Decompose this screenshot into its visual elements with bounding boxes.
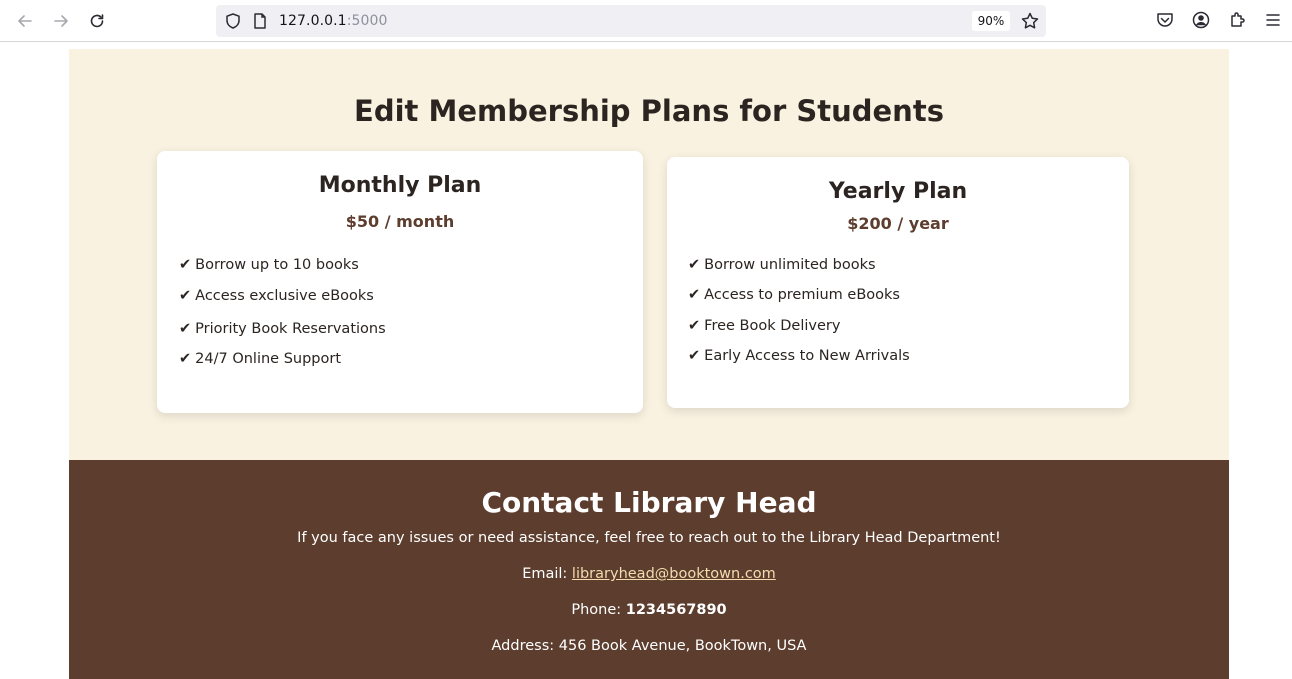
checkmark-icon: ✔ — [179, 321, 192, 337]
contact-title: Contact Library Head — [481, 486, 817, 519]
plans-section: Edit Membership Plans for Students Month… — [69, 49, 1229, 460]
extensions-icon[interactable] — [1228, 10, 1248, 30]
reload-icon — [90, 14, 104, 28]
contact-description: If you face any issues or need assistanc… — [297, 530, 1001, 546]
checkmark-icon: ✔ — [179, 257, 192, 273]
forward-button[interactable] — [49, 9, 73, 33]
plan-feature-list: ✔ Borrow up to 10 books ✔ Access exclusive… — [179, 255, 386, 380]
url-host: 127.0.0.1 — [279, 13, 347, 29]
plan-card-yearly[interactable]: Yearly Plan $200 / year ✔ Borrow unlimite… — [667, 157, 1129, 408]
page-icon[interactable] — [251, 12, 269, 30]
pocket-icon[interactable] — [1155, 10, 1175, 30]
contact-phone: Phone: 1234567890 — [69, 602, 1229, 618]
account-icon[interactable] — [1191, 10, 1211, 30]
email-label: Email: — [522, 566, 572, 582]
page-content: Edit Membership Plans for Students Month… — [69, 49, 1229, 679]
shield-icon[interactable] — [224, 12, 242, 30]
back-button[interactable] — [13, 9, 37, 33]
plan-feature: ✔ Borrow unlimited books — [688, 257, 876, 273]
plan-feature: ✔ Access to premium eBooks — [688, 287, 900, 303]
url-text[interactable]: 127.0.0.1:5000 — [279, 13, 388, 29]
plan-feature: ✔ Priority Book Reservations — [179, 321, 386, 337]
plan-feature-list: ✔ Borrow unlimited books ✔ Access to premi… — [688, 255, 910, 377]
email-link[interactable]: libraryhead@booktown.com — [572, 566, 776, 582]
checkmark-icon: ✔ — [688, 257, 701, 273]
checkmark-icon: ✔ — [688, 348, 701, 364]
phone-value: 1234567890 — [625, 602, 727, 618]
plan-feature: ✔ Borrow up to 10 books — [179, 257, 359, 273]
plan-price: $50 / month — [345, 212, 455, 231]
contact-email: Email: libraryhead@booktown.com — [69, 566, 1229, 582]
checkmark-icon: ✔ — [688, 287, 701, 303]
address-label: Address: — [491, 638, 559, 654]
plan-feature: ✔ Free Book Delivery — [688, 318, 841, 334]
browser-toolbar: 127.0.0.1:5000 90% — [0, 0, 1292, 42]
arrow-right-icon — [54, 15, 68, 27]
contact-address: Address: 456 Book Avenue, BookTown, USA — [69, 638, 1229, 654]
plan-card-monthly[interactable]: Monthly Plan $50 / month ✔ Borrow up to 1… — [157, 151, 643, 413]
zoom-level-badge[interactable]: 90% — [972, 11, 1010, 31]
contact-section: Contact Library Head If you face any iss… — [69, 460, 1229, 679]
arrow-left-icon — [18, 15, 32, 27]
checkmark-icon: ✔ — [688, 318, 701, 334]
reload-button[interactable] — [85, 9, 109, 33]
checkmark-icon: ✔ — [179, 288, 192, 304]
plan-title: Yearly Plan — [828, 179, 968, 204]
phone-label: Phone: — [571, 602, 626, 618]
url-port: :5000 — [346, 13, 388, 29]
plan-feature: ✔ 24/7 Online Support — [179, 351, 342, 367]
address-value: 456 Book Avenue, BookTown, USA — [558, 638, 807, 654]
page-title: Edit Membership Plans for Students — [354, 94, 944, 128]
plan-title: Monthly Plan — [318, 173, 482, 198]
plan-price: $200 / year — [847, 214, 949, 233]
menu-icon[interactable] — [1263, 10, 1283, 30]
plan-feature: ✔ Early Access to New Arrivals — [688, 348, 910, 364]
checkmark-icon: ✔ — [179, 351, 192, 367]
plan-feature: ✔ Access exclusive eBooks — [179, 288, 374, 304]
address-bar[interactable]: 127.0.0.1:5000 90% — [216, 5, 1046, 37]
bookmark-star-icon[interactable] — [1020, 11, 1040, 31]
